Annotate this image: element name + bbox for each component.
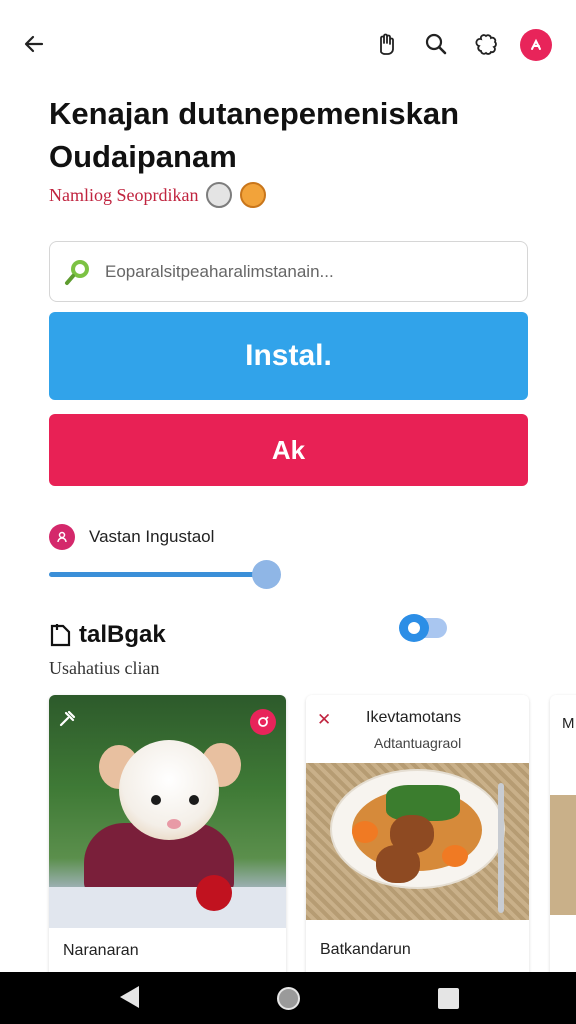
- bookmark-icon[interactable]: [250, 709, 276, 735]
- card-header: ✕ Ikevtamotans Adtantuagraol: [306, 695, 529, 763]
- food-plate-image: [306, 763, 529, 920]
- note-icon: [50, 624, 71, 647]
- slider-thumb[interactable]: [252, 560, 281, 589]
- slider-label: Vastan Ingustaol: [89, 527, 215, 546]
- card-subtitle: Adtantuagraol: [374, 735, 462, 751]
- food-image: [550, 795, 576, 915]
- card-title: Ikevtamotans: [366, 709, 462, 726]
- puzzle-icon[interactable]: [469, 26, 505, 62]
- food-card[interactable]: ✕ Ikevtamotans Adtantuagraol Batkandarun: [306, 695, 529, 985]
- section-title-text: talBgak: [79, 621, 166, 648]
- nav-recents-icon[interactable]: [438, 988, 459, 1009]
- emoji-face-icon: [240, 182, 267, 208]
- search-placeholder: Eoparalsitpeaharalimstanain...: [105, 261, 334, 281]
- top-bar: [0, 0, 576, 90]
- hamster-image: [49, 695, 286, 928]
- image-card[interactable]: Naranaran: [49, 695, 286, 985]
- subtitle-text: Namliog Seoprdikan: [49, 184, 199, 205]
- search-input[interactable]: Eoparalsitpeaharalimstanain...: [49, 241, 528, 302]
- close-icon[interactable]: ✕: [317, 710, 331, 730]
- subtitle-row: Namliog Seoprdikan: [49, 181, 267, 209]
- slider-dot-icon: [49, 524, 75, 550]
- hand-icon[interactable]: [369, 26, 405, 62]
- emoji-icon: [206, 182, 233, 208]
- card-caption: Batkandarun: [320, 941, 411, 958]
- card-title: M: [562, 715, 575, 732]
- avatar-icon[interactable]: [520, 29, 552, 61]
- arrow-left-icon[interactable]: [16, 26, 52, 62]
- toggle-knob: [399, 614, 429, 642]
- search-icon: [65, 259, 89, 285]
- slider-track[interactable]: [49, 572, 265, 577]
- card-caption: Naranaran: [63, 942, 139, 959]
- section-toggle[interactable]: [399, 614, 447, 642]
- slider-header: Vastan Ingustaol: [49, 524, 214, 550]
- ok-button[interactable]: Ak: [49, 414, 528, 486]
- install-button[interactable]: Instal.: [49, 312, 528, 400]
- search-icon[interactable]: [418, 26, 454, 62]
- page-title: Kenajan dutanepemeniskan Oudaipanam: [49, 96, 460, 174]
- nav-back-icon[interactable]: [120, 986, 139, 1008]
- section-title: talBgak: [49, 618, 166, 652]
- nav-home-icon[interactable]: [277, 987, 300, 1010]
- system-nav-bar: [0, 972, 576, 1024]
- section-subtitle: Usahatius clian: [49, 658, 160, 678]
- tool-icon[interactable]: [58, 710, 76, 728]
- partial-card[interactable]: M: [550, 695, 576, 985]
